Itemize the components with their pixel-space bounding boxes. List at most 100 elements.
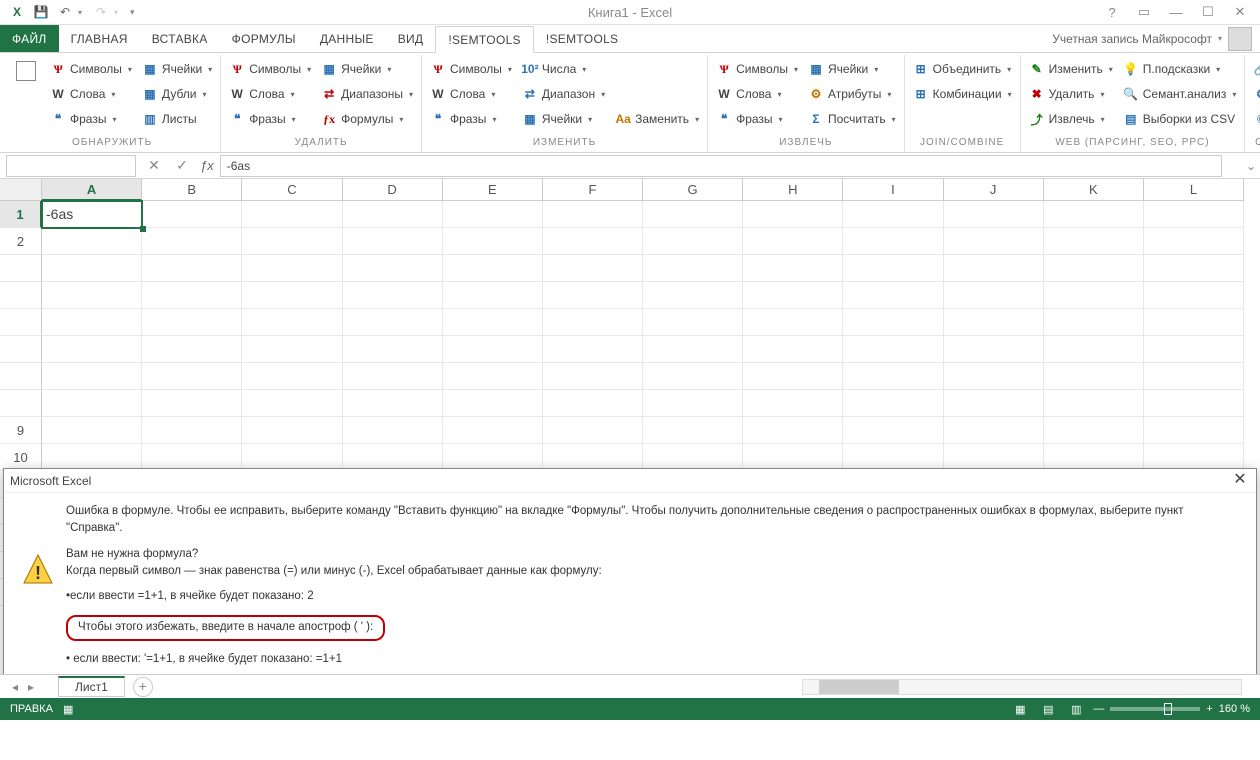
col-head-L[interactable]: L — [1144, 179, 1244, 201]
ribbon-tech[interactable]: ⚙Tech▾ — [1253, 82, 1260, 106]
cell-C[interactable] — [242, 309, 342, 336]
cell-D9[interactable] — [343, 417, 443, 444]
cell-F10[interactable] — [543, 444, 643, 471]
undo-dd[interactable]: ▾ — [78, 8, 88, 17]
tab-файл[interactable]: ФАЙЛ — [0, 25, 59, 52]
row-head-10[interactable]: 10 — [0, 444, 42, 471]
cell-H[interactable] — [743, 255, 843, 282]
cell-E[interactable] — [443, 309, 543, 336]
cell-H2[interactable] — [743, 228, 843, 255]
cell-K[interactable] — [1044, 309, 1144, 336]
row-head-1[interactable]: 1 — [0, 201, 42, 228]
cell-E1[interactable] — [443, 201, 543, 228]
cell-I[interactable] — [843, 282, 943, 309]
cell-B[interactable] — [142, 336, 242, 363]
cell-C[interactable] — [242, 255, 342, 282]
cell-E[interactable] — [443, 336, 543, 363]
cell-I[interactable] — [843, 309, 943, 336]
expand-formula-icon[interactable]: ⌄ — [1242, 159, 1260, 173]
ribbon-посчитать[interactable]: ΣПосчитать▾ — [808, 107, 896, 131]
macro-record-icon[interactable]: ▦ — [63, 703, 73, 716]
cell-L[interactable] — [1144, 363, 1244, 390]
cell-L9[interactable] — [1144, 417, 1244, 444]
cell-H[interactable] — [743, 309, 843, 336]
cell-C9[interactable] — [242, 417, 342, 444]
cell-J[interactable] — [944, 336, 1044, 363]
sheet-prev-icon[interactable]: ◂ — [8, 680, 22, 694]
row-head-[interactable] — [0, 390, 42, 417]
view-normal-icon[interactable]: ▦ — [1009, 700, 1031, 718]
col-head-I[interactable]: I — [843, 179, 943, 201]
cell-L2[interactable] — [1144, 228, 1244, 255]
tab-данные[interactable]: ДАННЫЕ — [308, 25, 386, 52]
cell-A[interactable] — [42, 363, 142, 390]
cell-C1[interactable] — [242, 201, 342, 228]
cell-A2[interactable] — [42, 228, 142, 255]
cell-J[interactable] — [944, 282, 1044, 309]
cell-I[interactable] — [843, 255, 943, 282]
col-head-B[interactable]: B — [142, 179, 242, 201]
cell-K[interactable] — [1044, 390, 1144, 417]
col-head-H[interactable]: H — [743, 179, 843, 201]
row-head-9[interactable]: 9 — [0, 417, 42, 444]
cell-H[interactable] — [743, 336, 843, 363]
cell-K2[interactable] — [1044, 228, 1144, 255]
cell-H[interactable] — [743, 390, 843, 417]
cell-H[interactable] — [743, 363, 843, 390]
ribbon-фразы[interactable]: ❝Фразы▾ — [229, 107, 311, 131]
cell-E[interactable] — [443, 390, 543, 417]
minimize-icon[interactable]: — — [1162, 2, 1190, 22]
enter-formula-icon[interactable]: ✓ — [172, 156, 192, 176]
cell-G[interactable] — [643, 282, 743, 309]
ribbon-слова[interactable]: WСлова▾ — [50, 82, 132, 106]
cell-D10[interactable] — [343, 444, 443, 471]
cell-I2[interactable] — [843, 228, 943, 255]
ribbon-символы[interactable]: ѰСимволы▾ — [430, 57, 512, 81]
cell-L10[interactable] — [1144, 444, 1244, 471]
redo-icon[interactable]: ↷ — [90, 1, 112, 23]
ribbon-ячейки[interactable]: ▦Ячейки▾ — [808, 57, 896, 81]
cell-D[interactable] — [343, 363, 443, 390]
cell-G9[interactable] — [643, 417, 743, 444]
ribbon-формулы[interactable]: ƒxФормулы▾ — [321, 107, 413, 131]
tab-!semtools[interactable]: !SEMTools — [435, 26, 534, 53]
cell-L[interactable] — [1144, 255, 1244, 282]
cell-I[interactable] — [843, 363, 943, 390]
cell-G2[interactable] — [643, 228, 743, 255]
cell-J10[interactable] — [944, 444, 1044, 471]
col-head-K[interactable]: K — [1044, 179, 1144, 201]
cell-G[interactable] — [643, 363, 743, 390]
cell-B[interactable] — [142, 390, 242, 417]
fill-handle[interactable] — [140, 226, 146, 232]
cell-I[interactable] — [843, 390, 943, 417]
ribbon-семант.анализ[interactable]: 🔍Семант.анализ▾ — [1123, 82, 1237, 106]
cell-A[interactable] — [42, 255, 142, 282]
cell-C[interactable] — [242, 390, 342, 417]
cell-H1[interactable] — [743, 201, 843, 228]
cell-D[interactable] — [343, 282, 443, 309]
cell-K[interactable] — [1044, 255, 1144, 282]
cell-J[interactable] — [944, 390, 1044, 417]
ribbon-фразы[interactable]: ❝Фразы▾ — [716, 107, 798, 131]
cell-J[interactable] — [944, 309, 1044, 336]
col-head-G[interactable]: G — [643, 179, 743, 201]
cell-F[interactable] — [543, 363, 643, 390]
cell-L1[interactable] — [1144, 201, 1244, 228]
cell-J[interactable] — [944, 363, 1044, 390]
tab-!semtools[interactable]: !SEMTools — [534, 25, 631, 52]
cell-K1[interactable] — [1044, 201, 1144, 228]
ribbon-дубли[interactable]: ▦Дубли▾ — [142, 82, 212, 106]
ribbon-выборки из csv[interactable]: ▤Выборки из CSV — [1123, 107, 1237, 131]
cell-J1[interactable] — [944, 201, 1044, 228]
cell-K[interactable] — [1044, 363, 1144, 390]
col-head-C[interactable]: C — [242, 179, 342, 201]
save-icon[interactable]: 💾 — [30, 1, 52, 23]
ribbon-ячейки[interactable]: ▦Ячейки▾ — [321, 57, 413, 81]
cell-F[interactable] — [543, 336, 643, 363]
tab-вид[interactable]: ВИД — [386, 25, 436, 52]
dialog-close-icon[interactable]: ✕ — [1230, 471, 1250, 491]
formula-bar[interactable]: -6as — [220, 155, 1222, 177]
account-label[interactable]: Учетная запись Майкрософт — [1052, 32, 1212, 46]
zoom-out-icon[interactable]: — — [1093, 703, 1104, 715]
cell-D[interactable] — [343, 255, 443, 282]
